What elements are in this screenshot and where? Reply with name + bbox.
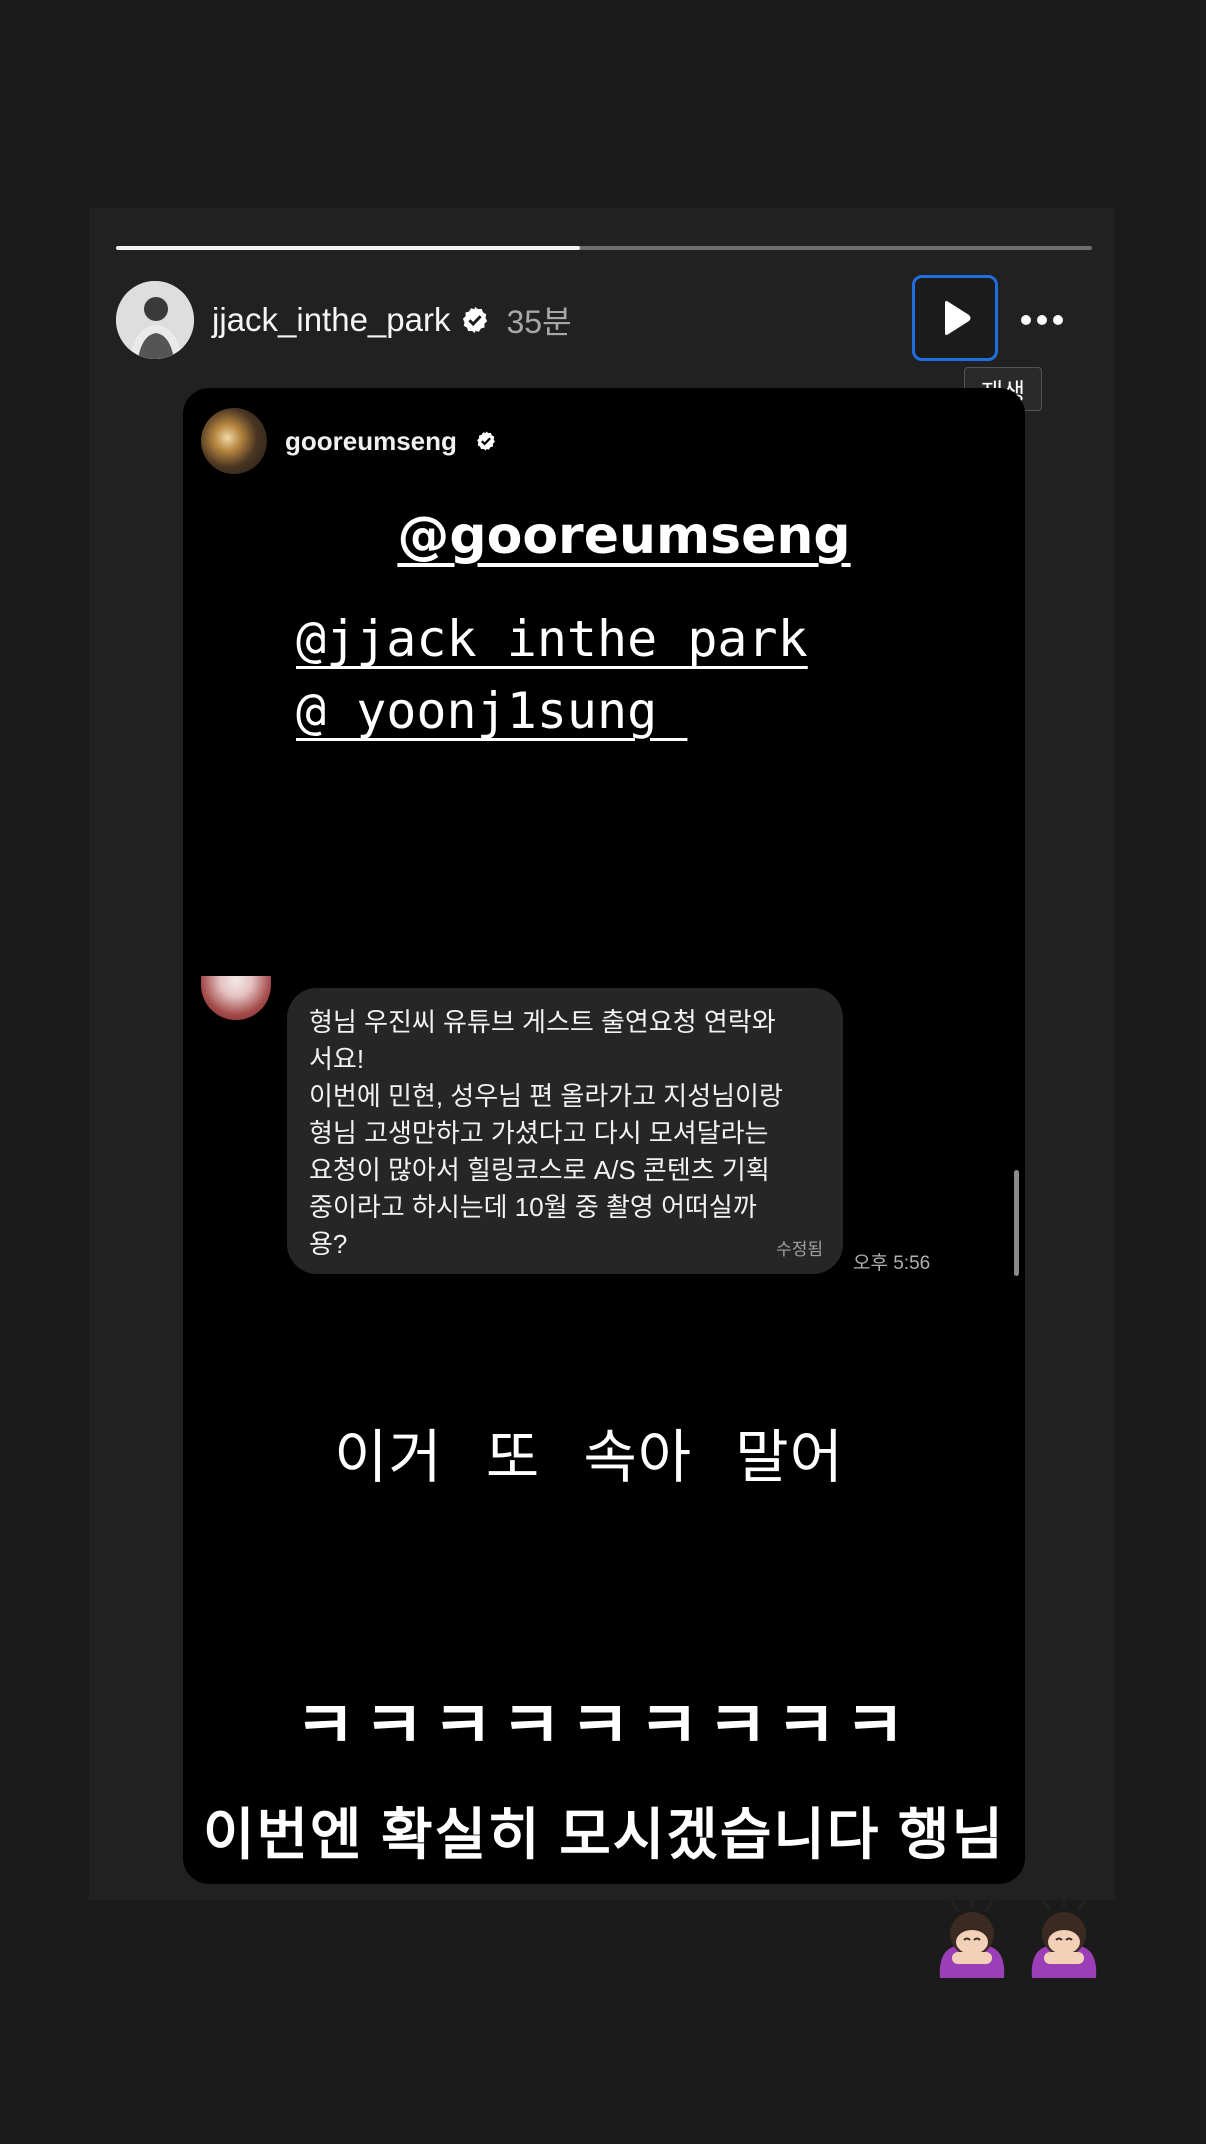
emoji-sticker: [930, 1890, 1106, 1980]
dm-scrollbar: [1014, 1170, 1019, 1276]
profile-avatar[interactable]: [116, 281, 194, 359]
dm-screenshot: 형님 우진씨 유튜브 게스트 출연요청 연락와 서요! 이번에 민현, 성우님 …: [183, 976, 1025, 1286]
reshared-avatar[interactable]: [201, 408, 267, 474]
story-progress-fill: [116, 246, 580, 250]
play-icon: [945, 301, 971, 335]
mention-sticker-main[interactable]: @gooreumseng: [183, 506, 1025, 566]
more-options-icon-dot: [1053, 315, 1063, 325]
caption-text-1: 이거 또 속아 말어: [334, 1425, 844, 1490]
post-time: 35분: [506, 304, 572, 340]
dm-message-bubble: 형님 우진씨 유튜브 게스트 출연요청 연락와 서요! 이번에 민현, 성우님 …: [287, 988, 843, 1274]
bowing-woman-emoji-2: [1022, 1890, 1106, 1980]
bowing-woman-emoji-1: [930, 1890, 1014, 1980]
reshared-username[interactable]: gooreumseng: [285, 426, 457, 457]
reshared-post-header: gooreumseng: [201, 408, 497, 474]
mention-sticker-1[interactable]: @jjack_inthe_park: [296, 610, 808, 668]
avatar-photo: [116, 281, 194, 359]
story-header-user: jjack_inthe_park 35분: [212, 298, 572, 342]
mention-sticker-2[interactable]: @_yoonj1sung_: [296, 682, 687, 740]
more-options-icon-dot: [1037, 315, 1047, 325]
more-options-icon: [1021, 315, 1031, 325]
caption-text-3: 이번엔 확실히 모시겠습니다 행님: [203, 1803, 1005, 1866]
story-progress-bar: [116, 246, 1092, 250]
verified-badge-icon: [463, 306, 488, 334]
more-options-button[interactable]: [1012, 298, 1072, 342]
story-content-card: gooreumseng @gooreumseng @jjack_inthe_pa…: [183, 388, 1025, 1884]
dm-timestamp: 오후 5:56: [853, 1253, 931, 1274]
username[interactable]: jjack_inthe_park: [212, 301, 450, 339]
caption-text-2: ㅋㅋㅋㅋㅋㅋㅋㅋㅋ: [294, 1687, 914, 1764]
dm-sender-avatar: [201, 976, 271, 1020]
verified-badge-icon: [477, 431, 495, 451]
dm-edited-label: 수정됨: [776, 1240, 823, 1259]
play-button[interactable]: [912, 275, 998, 361]
dm-message-text: 형님 우진씨 유튜브 게스트 출연요청 연락와 서요! 이번에 민현, 성우님 …: [309, 1007, 783, 1259]
